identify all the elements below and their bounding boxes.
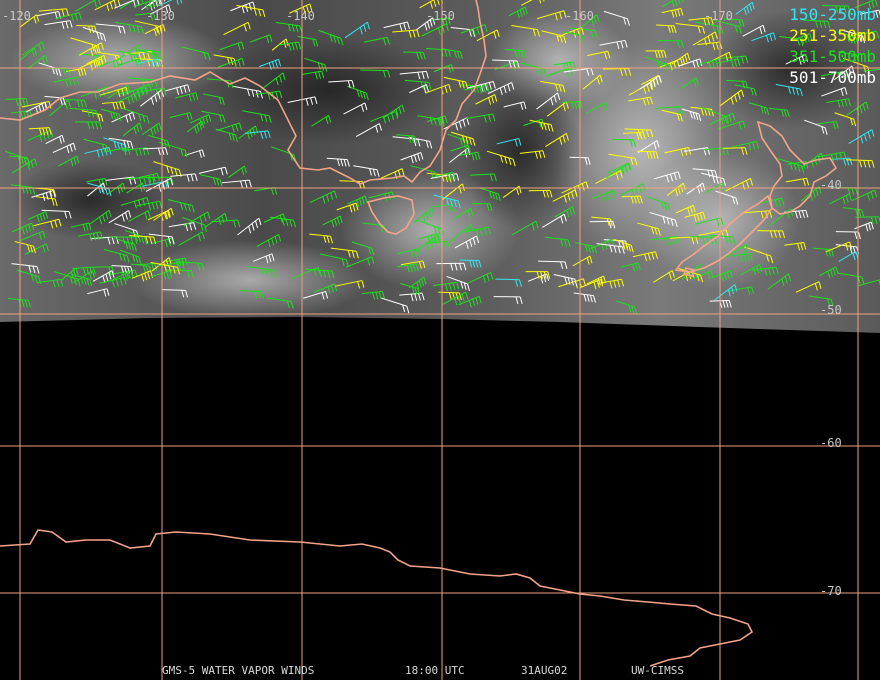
lat-label-40: -40	[820, 178, 842, 192]
satellite-wind-map	[0, 0, 880, 680]
lat-label-60: -60	[820, 436, 842, 450]
footer-date: 31AUG02	[521, 664, 568, 677]
lon-label-130: -130	[146, 9, 175, 23]
footer-caption: GMS-5 WATER VAPOR WINDS 18:00 UTC 31AUG0…	[0, 664, 880, 678]
lat-label-50: -50	[820, 303, 842, 317]
lon-label-150: -150	[426, 9, 455, 23]
lon-label-140: -140	[286, 9, 315, 23]
legend-item-251-350: 251-350mb	[789, 26, 876, 45]
legend-item-150-250: 150-250mb	[789, 5, 876, 24]
lat-label-70: -70	[820, 584, 842, 598]
legend-item-351-500: 351-500mb	[789, 47, 876, 66]
pressure-legend: 150-250mb 251-350mb 351-500mb 501-700mb	[789, 4, 876, 88]
footer-source: UW-CIMSS	[631, 664, 684, 677]
footer-product: GMS-5 WATER VAPOR WINDS	[162, 664, 315, 677]
legend-item-501-700: 501-700mb	[789, 68, 876, 87]
lon-label-120: -120	[2, 9, 31, 23]
lon-label-160: -160	[565, 9, 594, 23]
lon-label-170: -170	[704, 9, 733, 23]
footer-time: 18:00 UTC	[405, 664, 465, 677]
